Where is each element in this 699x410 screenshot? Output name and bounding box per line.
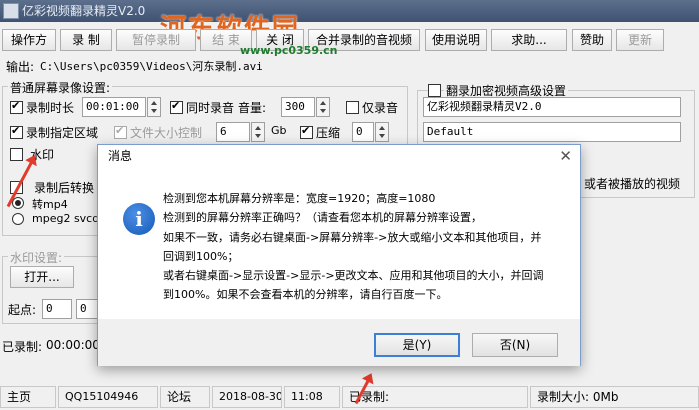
pause-button[interactable]: 暂停录制 — [116, 29, 196, 51]
filesize-label: 文件大小控制 — [130, 126, 203, 140]
status-time: 11:08 — [284, 386, 340, 408]
filesize-checkbox[interactable] — [114, 124, 127, 139]
close-icon[interactable]: ✕ — [559, 147, 572, 165]
recorded-label: 已录制: — [2, 340, 43, 354]
recorded-value: 00:00:00 — [46, 338, 100, 352]
status-home[interactable]: 主页 — [0, 386, 56, 408]
info-icon: i — [123, 203, 155, 235]
dialog-footer: 是(Y) 否(N) — [98, 319, 580, 366]
window-title: 亿彩视频翻录精灵V2.0 — [22, 4, 146, 18]
region-checkbox[interactable] — [10, 124, 23, 139]
sync-audio-label: 同时录音 — [186, 101, 235, 115]
duration-spinner[interactable] — [147, 97, 161, 117]
volume-label: 音量: — [238, 101, 267, 115]
duration-input[interactable]: 00:01:00 — [82, 97, 146, 117]
sync-audio-checkbox[interactable] — [170, 99, 183, 114]
open-file-button[interactable]: 打开... — [10, 266, 74, 288]
watermark-url: www.pc0359.cn — [240, 44, 338, 57]
sponsor-button[interactable]: 赞助 — [572, 29, 612, 51]
status-qq: QQ15104946 — [58, 386, 158, 408]
message-line: 如果不一致，请务必右键桌面->屏幕分辨率->放大或缩小文本和其他项目，并 — [163, 230, 542, 244]
start-x-input[interactable]: 0 — [42, 299, 72, 319]
start-point-label: 起点: — [8, 303, 37, 317]
duration-checkbox[interactable] — [10, 99, 23, 114]
encrypted-hint: 或者被播放的视频 — [584, 177, 681, 191]
start-y-input[interactable]: 0 — [76, 299, 98, 319]
encrypted-field-2[interactable]: Default — [423, 122, 681, 142]
mpeg2-label: mpeg2 svcd — [32, 212, 100, 225]
convert-label: 录制后转换 — [34, 181, 95, 195]
watermark-checkbox[interactable] — [10, 148, 23, 161]
compress-checkbox[interactable] — [300, 124, 313, 139]
message-line: 或者右键桌面->显示设置->显示->更改文本、应用和其他项目的大小，并回调 — [163, 269, 544, 283]
record-button[interactable]: 录 制 — [60, 29, 112, 51]
watermark-settings-title: 水印设置: — [8, 249, 65, 266]
compress-input[interactable]: 0 — [352, 122, 374, 142]
compress-label: 压缩 — [316, 126, 341, 140]
encrypted-checkbox[interactable] — [428, 84, 441, 97]
output-path[interactable]: C:\Users\pc0359\Videos\河东录制.avi — [40, 58, 263, 74]
status-date: 2018-08-30 — [212, 386, 282, 408]
app-icon — [3, 3, 19, 19]
volume-input[interactable]: 300 — [281, 97, 315, 117]
volume-spinner[interactable] — [316, 97, 330, 117]
message-line: 检测到您本机屏幕分辨率是：宽度=1920；高度=1080 — [163, 192, 436, 205]
title-bar: 亿彩视频翻录精灵V2.0 — [0, 0, 699, 22]
no-button[interactable]: 否(N) — [472, 333, 558, 357]
support-button[interactable]: 求助... — [491, 29, 567, 51]
dialog-title: 消息 — [98, 145, 580, 167]
status-recorded: 已录制: — [342, 386, 528, 408]
region-label: 录制指定区域 — [26, 126, 99, 140]
dialog-body: i 检测到您本机屏幕分辨率是：宽度=1920；高度=1080 检测到的屏幕分辨率… — [98, 167, 580, 319]
message-line: 检测到的屏幕分辨率正确吗？（请查看您本机的屏幕分辨率设置， — [163, 211, 482, 225]
status-forum[interactable]: 论坛 — [160, 386, 210, 408]
message-line: 到100%。如果不会查看本机的分辨率，请自行百度一下。 — [163, 288, 448, 302]
compress-spinner[interactable] — [375, 122, 389, 142]
mp4-label: 转mp4 — [32, 198, 68, 211]
update-button[interactable]: 更新 — [616, 29, 664, 51]
message-dialog: 消息 ✕ i 检测到您本机屏幕分辨率是：宽度=1920；高度=1080 检测到的… — [97, 144, 581, 366]
message-line: 回调到100%； — [163, 249, 239, 263]
mp4-radio[interactable] — [12, 197, 24, 209]
output-label: 输出: — [6, 60, 35, 74]
filesize-spinner[interactable] — [251, 122, 265, 142]
yes-button[interactable]: 是(Y) — [374, 333, 460, 357]
audio-only-checkbox[interactable] — [346, 101, 359, 114]
audio-only-label: 仅录音 — [362, 101, 399, 115]
status-size: 录制大小: 0Mb — [530, 386, 699, 408]
help-doc-button[interactable]: 使用说明 — [425, 29, 487, 51]
operation-button[interactable]: 操作方 — [2, 29, 56, 51]
normal-settings-title: 普通屏幕录像设置: — [8, 79, 113, 96]
filesize-unit: Gb — [271, 124, 287, 137]
encrypted-field-1[interactable]: 亿彩视频翻录精灵V2.0 — [423, 97, 681, 117]
filesize-input[interactable]: 6 — [216, 122, 250, 142]
dialog-message: 检测到您本机屏幕分辨率是：宽度=1920；高度=1080 检测到的屏幕分辨率正确… — [163, 189, 563, 305]
duration-label: 录制时长 — [26, 101, 75, 115]
mpeg2-radio[interactable] — [12, 213, 24, 225]
